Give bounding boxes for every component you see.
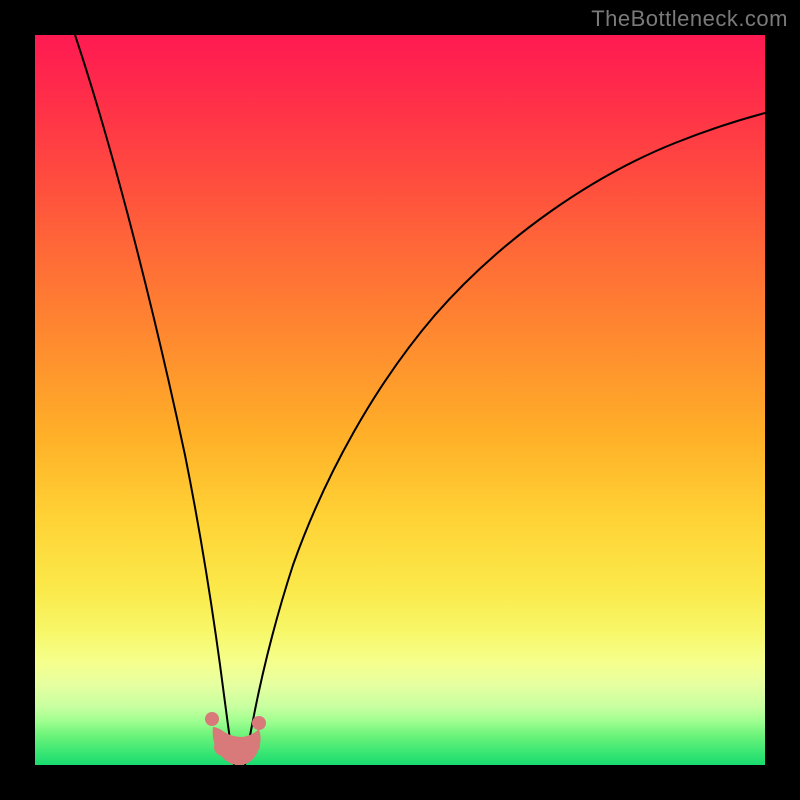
plot-area: [35, 35, 765, 765]
curve-left-branch: [75, 35, 234, 765]
watermark-text: TheBottleneck.com: [591, 6, 788, 32]
chart-frame: TheBottleneck.com: [0, 0, 800, 800]
curve-svg: [35, 35, 765, 765]
curve-right-branch: [245, 113, 765, 765]
marker-dot-right: [252, 716, 266, 730]
minimum-marker-cluster: [205, 712, 266, 765]
marker-dot-br: [242, 736, 260, 754]
marker-dot-left: [205, 712, 219, 726]
